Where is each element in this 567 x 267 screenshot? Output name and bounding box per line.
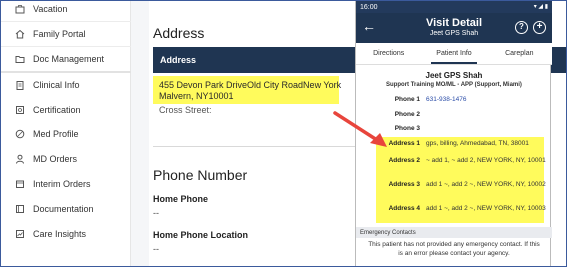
status-icons: ▾ ◢ ▮ — [533, 4, 548, 10]
patient-name: Jeet GPS Shah — [425, 71, 483, 80]
mobile-tabs: Directions Patient Info Careplan — [356, 43, 552, 65]
home-phone-location-label: Home Phone Location — [153, 230, 249, 240]
sidebar-item-md-orders[interactable]: MD Orders — [1, 146, 131, 171]
sidebar-item-label: Vacation — [33, 3, 68, 14]
folder-icon — [15, 54, 25, 64]
address-section-title: Address — [153, 25, 205, 41]
screenshot-frame: Vacation Family Portal Doc Management Cl… — [0, 0, 567, 267]
sidebar: Vacation Family Portal Doc Management Cl… — [1, 1, 131, 266]
sidebar-item-med-profile[interactable]: Med Profile — [1, 121, 131, 146]
patient-program: Support Training MO/ML - APP (Support, M… — [386, 82, 522, 88]
tab-careplan[interactable]: Careplan — [487, 43, 552, 64]
home-phone-location-value: -- — [153, 244, 159, 254]
sidebar-item-label: Interim Orders — [33, 178, 91, 189]
tab-directions[interactable]: Directions — [356, 43, 421, 64]
info-value: add 1 ~, add 2 ~, NEW YORK, NY, 10003 — [426, 205, 546, 212]
sidebar-item-label: Clinical Info — [33, 79, 80, 90]
cross-street-label: Cross Street: — [159, 105, 212, 115]
suitcase-icon — [15, 4, 25, 14]
sidebar-item-clinical-info[interactable]: Clinical Info — [1, 72, 131, 97]
mobile-header: ← Visit Detail Jeet GPS Shah ? + — [356, 13, 552, 43]
phone-1-link[interactable]: 631-938-1476 — [426, 96, 546, 104]
add-icon[interactable]: + — [533, 21, 546, 34]
pill-icon — [15, 129, 25, 139]
info-key: Address 3 — [388, 181, 420, 188]
sidebar-item-label: MD Orders — [33, 153, 78, 164]
info-key: Phone 1 — [394, 96, 420, 103]
info-row-address-4: Address 4 add 1 ~, add 2 ~, NEW YORK, NY… — [356, 205, 552, 217]
sidebar-item-care-insights[interactable]: Care Insights — [1, 221, 131, 246]
sidebar-item-label: Doc Management — [33, 53, 105, 64]
sidebar-item-vacation[interactable]: Vacation — [1, 1, 131, 21]
info-row-address-3: Address 3 add 1 ~, add 2 ~, NEW YORK, NY… — [356, 181, 552, 193]
info-value: gps, billing, Ahmedabad, TN, 38001 — [426, 140, 529, 147]
sidebar-item-label: Certification — [33, 104, 81, 115]
info-value: ~ add 1, ~ add 2, NEW YORK, NY, 10001 — [426, 157, 546, 164]
emergency-contacts-message: This patient has not provided any emerge… — [368, 241, 540, 257]
sidebar-item-label: Med Profile — [33, 128, 79, 139]
sidebar-item-certification[interactable]: Certification — [1, 97, 131, 122]
notebook-icon — [15, 204, 25, 214]
sidebar-item-doc-management[interactable]: Doc Management — [1, 46, 131, 71]
home-phone-label: Home Phone — [153, 194, 209, 204]
help-icon[interactable]: ? — [515, 21, 528, 34]
status-time: 16:00 — [360, 3, 378, 11]
certificate-icon — [15, 105, 25, 115]
info-key: Address 4 — [388, 205, 420, 212]
sidebar-item-label: Documentation — [33, 203, 94, 214]
emergency-contacts-header: Emergency Contacts — [356, 227, 552, 238]
insights-icon — [15, 229, 25, 239]
sidebar-item-documentation[interactable]: Documentation — [1, 196, 131, 221]
content-gutter — [131, 1, 149, 266]
info-row-phone-1: Phone 1 631-938-1476 — [356, 96, 552, 108]
tab-patient-info[interactable]: Patient Info — [421, 43, 486, 64]
sidebar-item-family-portal[interactable]: Family Portal — [1, 21, 131, 46]
sidebar-item-interim-orders[interactable]: Interim Orders — [1, 171, 131, 196]
status-bar: 16:00 ▾ ◢ ▮ — [356, 1, 552, 13]
document-icon — [15, 179, 25, 189]
info-value: add 1 ~, add 2 ~, NEW YORK, NY, 10002 — [426, 181, 546, 188]
red-arrow-annotation — [333, 111, 387, 147]
clipboard-icon — [15, 80, 25, 90]
phone-section-title: Phone Number — [153, 167, 248, 183]
home-phone-value: -- — [153, 208, 159, 218]
home-icon — [15, 29, 25, 39]
sidebar-item-label: Family Portal — [33, 28, 86, 39]
address-value: 455 Devon Park DriveOld City RoadNew Yor… — [159, 80, 342, 101]
doctor-icon — [15, 154, 25, 164]
info-key: Address 2 — [388, 157, 420, 164]
sidebar-item-label: Care Insights — [33, 228, 87, 239]
info-row-address-2: Address 2 ~ add 1, ~ add 2, NEW YORK, NY… — [356, 157, 552, 169]
